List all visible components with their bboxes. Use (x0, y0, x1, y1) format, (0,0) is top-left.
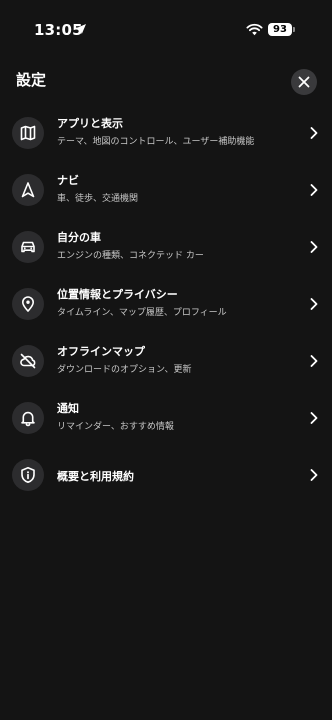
menu-item-label: ナビ (57, 174, 79, 187)
bell-icon (21, 411, 35, 427)
wifi-icon (246, 23, 263, 36)
info-shield-icon (21, 467, 35, 483)
menu-item-navigation[interactable]: ナビ 車、徒歩、交通機関 (0, 164, 332, 216)
chevron-right-icon (310, 412, 318, 424)
menu-item-label: 概要と利用規約 (57, 470, 134, 483)
menu-icon-circle (12, 402, 44, 434)
menu-item-subtitle: ダウンロードのオプション、更新 (57, 365, 192, 375)
status-bar: 13:05 93 (0, 0, 332, 56)
menu-icon-circle (12, 288, 44, 320)
car-icon (21, 241, 35, 253)
menu-icon-circle (12, 174, 44, 206)
menu-icon-circle (12, 345, 44, 377)
menu-item-label: 位置情報とプライバシー (57, 288, 178, 301)
navigation-arrow-icon (21, 182, 35, 198)
menu-item-label: 通知 (57, 402, 79, 415)
menu-item-location-privacy[interactable]: 位置情報とプライバシー タイムライン、マップ履歴、プロフィール (0, 278, 332, 330)
menu-item-offline-maps[interactable]: オフラインマップ ダウンロードのオプション、更新 (0, 335, 332, 387)
menu-icon-circle (12, 231, 44, 263)
menu-item-label: オフラインマップ (57, 345, 145, 358)
chevron-right-icon (310, 127, 318, 139)
chevron-right-icon (310, 298, 318, 310)
menu-item-subtitle: テーマ、地図のコントロール、ユーザー補助機能 (57, 137, 255, 147)
location-arrow-icon (76, 24, 86, 34)
menu-item-subtitle: エンジンの種類、コネクテッド カー (57, 251, 204, 261)
cloud-off-icon (20, 353, 36, 369)
menu-item-my-car[interactable]: 自分の車 エンジンの種類、コネクテッド カー (0, 221, 332, 273)
chevron-right-icon (310, 469, 318, 481)
battery-indicator: 93 (268, 23, 292, 36)
page-title: 設定 (16, 71, 47, 89)
menu-item-subtitle: リマインダー、おすすめ情報 (57, 422, 174, 432)
menu-item-subtitle: 車、徒歩、交通機関 (57, 194, 139, 204)
location-pin-icon (22, 296, 34, 312)
menu-icon-circle (12, 459, 44, 491)
menu-item-app-display[interactable]: アプリと表示 テーマ、地図のコントロール、ユーザー補助機能 (0, 107, 332, 159)
chevron-right-icon (310, 241, 318, 253)
menu-item-subtitle: タイムライン、マップ履歴、プロフィール (57, 308, 227, 318)
map-icon (20, 125, 36, 141)
menu-icon-circle (12, 117, 44, 149)
close-button[interactable] (291, 69, 317, 95)
chevron-right-icon (310, 355, 318, 367)
menu-item-label: アプリと表示 (57, 117, 123, 130)
battery-nub (293, 27, 295, 32)
chevron-right-icon (310, 184, 318, 196)
menu-item-label: 自分の車 (57, 231, 101, 244)
menu-item-notifications[interactable]: 通知 リマインダー、おすすめ情報 (0, 392, 332, 444)
close-icon (298, 76, 310, 88)
menu-item-about-terms[interactable]: 概要と利用規約 (0, 449, 332, 501)
